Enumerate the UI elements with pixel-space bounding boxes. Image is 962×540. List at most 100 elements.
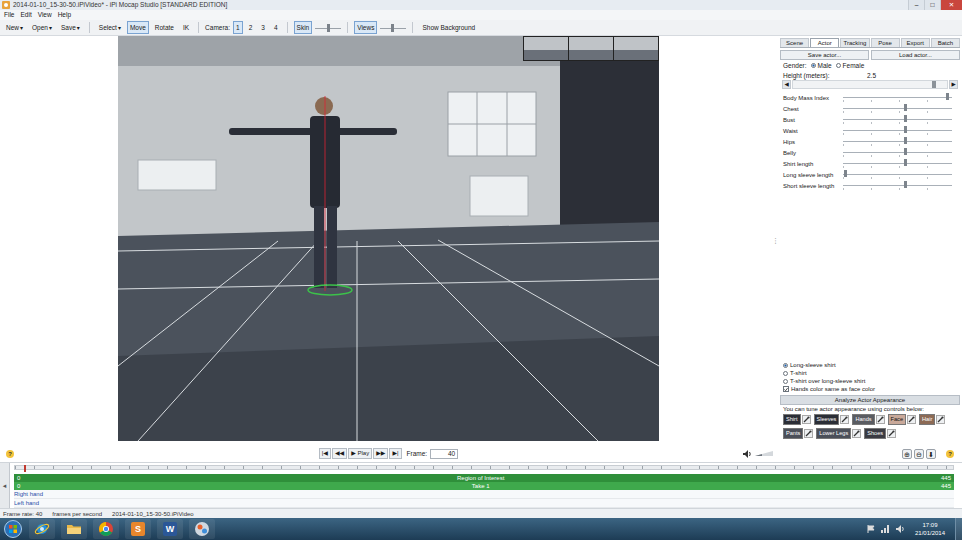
toolbar-toggle[interactable]: 2 <box>246 21 256 34</box>
volume-icon[interactable] <box>743 450 752 458</box>
panel-tab[interactable]: Tracking <box>840 38 869 47</box>
toolbar-button[interactable]: Show Background <box>419 21 478 34</box>
window-control-button[interactable]: □ <box>924 0 940 10</box>
taskbar-app[interactable] <box>61 519 87 539</box>
toolbar-toggle[interactable]: Skin <box>294 21 313 34</box>
window-control-button[interactable]: ✕ <box>940 0 962 10</box>
clock[interactable]: 17:09 21/01/2014 <box>911 521 949 537</box>
slider-track[interactable] <box>843 159 952 168</box>
panel-tab[interactable]: Pose <box>871 38 900 47</box>
panel-tab[interactable]: Actor <box>810 38 839 47</box>
slider-track[interactable] <box>843 115 952 124</box>
playback-button[interactable]: ▶| <box>389 448 401 459</box>
eyedropper-icon[interactable] <box>802 415 811 424</box>
gender-radio[interactable]: Male <box>811 62 832 69</box>
garment-radio[interactable]: T-shirt over long-sleeve shirt <box>783 377 960 385</box>
zoom-button[interactable]: ⬇ <box>926 449 936 459</box>
panel-splitter[interactable]: ⋮ <box>772 237 780 245</box>
actor-action-button[interactable]: Save actor... <box>780 50 869 60</box>
camera-thumbnail[interactable] <box>569 37 613 60</box>
menu-item[interactable]: View <box>38 10 52 20</box>
toolbar-toggle[interactable]: 4 <box>271 21 281 34</box>
frame-field[interactable]: 40 <box>430 449 458 459</box>
help-icon[interactable]: ? <box>6 450 14 458</box>
toolbar-toggle[interactable]: 3 <box>258 21 268 34</box>
toolbar-toggle[interactable]: 1 <box>233 21 243 34</box>
panel-tab[interactable]: Export <box>901 38 930 47</box>
height-slider[interactable]: ◀ ▶ <box>782 80 958 89</box>
garment-radio[interactable]: Long-sleeve shirt <box>783 361 960 369</box>
color-swatch[interactable]: Face <box>888 414 916 425</box>
taskbar-app[interactable] <box>29 519 55 539</box>
video-viewport[interactable] <box>118 36 659 441</box>
timeline-track[interactable]: Right hand <box>14 490 954 499</box>
garment-radio[interactable]: T-shirt <box>783 369 960 377</box>
show-desktop-button[interactable] <box>955 518 962 540</box>
toolbar-slider[interactable] <box>380 23 406 33</box>
action-center-flag-icon[interactable] <box>867 525 875 533</box>
volume-slider[interactable] <box>755 451 773 456</box>
toolbar-button[interactable]: New▾ <box>3 21 26 35</box>
menu-item[interactable]: Edit <box>20 10 31 20</box>
gender-radio[interactable]: Female <box>836 62 865 69</box>
playback-button[interactable]: ▶ Play <box>348 448 372 459</box>
toolbar-slider[interactable] <box>315 23 341 33</box>
timeline-track[interactable]: Left hand <box>14 499 954 508</box>
help-icon[interactable]: ? <box>946 450 954 458</box>
color-swatch[interactable]: Hair <box>919 414 945 425</box>
color-swatch[interactable]: Shoes <box>864 428 896 439</box>
taskbar-app[interactable] <box>93 519 119 539</box>
actor-figure[interactable] <box>229 96 397 295</box>
slider-track[interactable] <box>843 148 952 157</box>
camera-thumbnail[interactable] <box>614 37 658 60</box>
slider-track[interactable] <box>843 93 952 102</box>
actor-action-button[interactable]: Load actor... <box>871 50 960 60</box>
toolbar-toggle[interactable]: Views <box>354 21 377 34</box>
timeline-bar[interactable]: 0Region of Interest445 <box>14 474 954 482</box>
speaker-icon[interactable] <box>896 525 905 533</box>
window-control-button[interactable]: – <box>908 0 924 10</box>
slider-right-arrow[interactable]: ▶ <box>949 80 958 89</box>
eyedropper-icon[interactable] <box>907 415 916 424</box>
playback-button[interactable]: ▶▶ <box>373 448 388 459</box>
toolbar-toggle[interactable]: IK <box>180 21 192 34</box>
slider-track[interactable] <box>843 126 952 135</box>
eyedropper-icon[interactable] <box>852 429 861 438</box>
eyedropper-icon[interactable] <box>840 415 849 424</box>
eyedropper-icon[interactable] <box>887 429 896 438</box>
timeline-bar[interactable]: 0Take 1445 <box>14 482 954 490</box>
color-swatch[interactable]: Hands <box>852 414 884 425</box>
slider-track[interactable] <box>843 170 952 179</box>
timeline-ruler[interactable] <box>14 465 954 470</box>
menu-item[interactable]: Help <box>58 10 71 20</box>
timeline-collapse[interactable]: ◂ <box>0 463 10 508</box>
menu-item[interactable]: File <box>4 10 14 20</box>
toolbar-button[interactable]: Open▾ <box>29 21 55 35</box>
playback-button[interactable]: ◀◀ <box>332 448 347 459</box>
taskbar-app[interactable] <box>189 519 215 539</box>
color-swatch[interactable]: Lower Legs <box>816 428 861 439</box>
toolbar-toggle[interactable]: Rotate <box>152 21 177 34</box>
network-icon[interactable] <box>881 525 890 533</box>
analyze-appearance-button[interactable]: Analyze Actor Appearance <box>780 395 960 405</box>
color-swatch[interactable]: Sleeves <box>814 414 850 425</box>
toolbar-button[interactable]: Select▾ <box>96 21 124 35</box>
taskbar-app[interactable]: S <box>125 519 151 539</box>
eyedropper-icon[interactable] <box>876 415 885 424</box>
eyedropper-icon[interactable] <box>936 415 945 424</box>
panel-tab[interactable]: Batch <box>931 38 960 47</box>
slider-left-arrow[interactable]: ◀ <box>782 80 791 89</box>
playback-button[interactable]: |◀ <box>319 448 331 459</box>
zoom-button[interactable]: ⊖ <box>914 449 924 459</box>
zoom-button[interactable]: ⊕ <box>902 449 912 459</box>
taskbar-app[interactable]: W <box>157 519 183 539</box>
start-button[interactable] <box>3 519 23 539</box>
toolbar-button[interactable]: Save▾ <box>58 21 83 35</box>
eyedropper-icon[interactable] <box>804 429 813 438</box>
color-swatch[interactable]: Shirt <box>783 414 811 425</box>
slider-track[interactable] <box>843 181 952 190</box>
color-swatch[interactable]: Pants <box>783 428 813 439</box>
toolbar-toggle[interactable]: Move <box>127 21 149 34</box>
camera-thumbnail[interactable] <box>524 37 568 60</box>
panel-tab[interactable]: Scene <box>780 38 809 47</box>
